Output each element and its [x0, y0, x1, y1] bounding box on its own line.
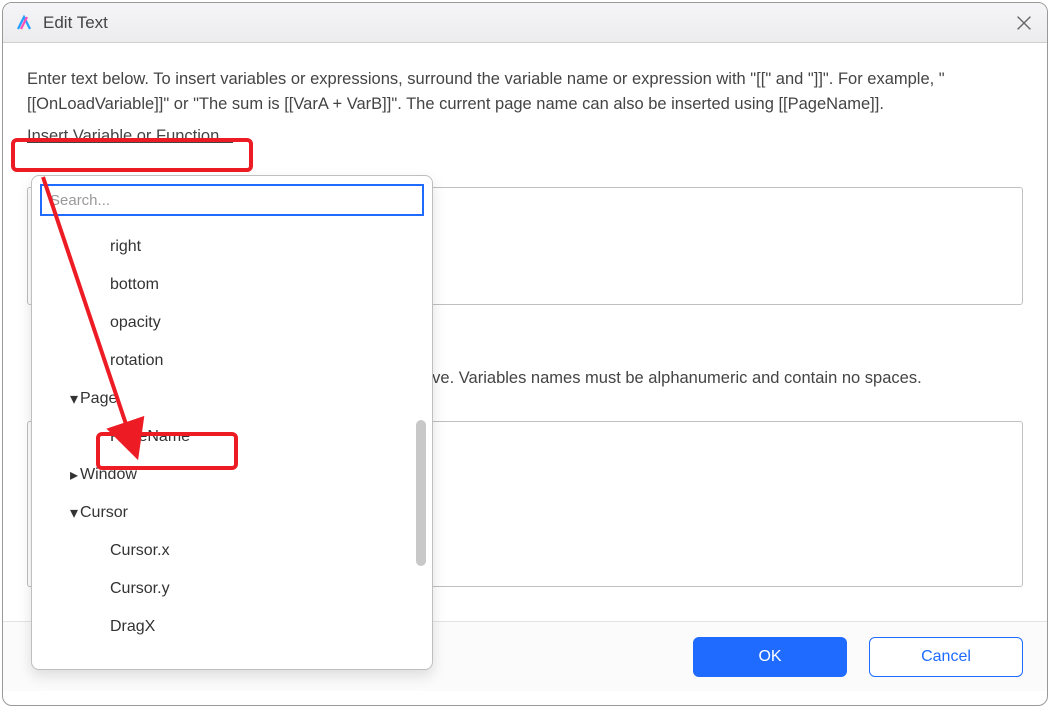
cancel-button[interactable]: Cancel: [869, 637, 1023, 677]
list-item[interactable]: opacity: [32, 304, 432, 342]
list-item-label: rotation: [110, 352, 163, 370]
window-title: Edit Text: [43, 13, 108, 33]
close-icon[interactable]: [1013, 12, 1035, 34]
list-item[interactable]: rotation: [32, 342, 432, 380]
local-vars-hint-text: ove. Variables names must be alphanumeri…: [423, 369, 922, 388]
scrollbar-thumb[interactable]: [416, 420, 426, 566]
list-item[interactable]: right: [32, 228, 432, 266]
variable-list: right bottom opacity rotation ▾ Page Pag…: [32, 224, 432, 646]
list-group-page[interactable]: ▾ Page: [32, 380, 432, 418]
list-item[interactable]: DragX: [32, 608, 432, 646]
list-item-label: Cursor.x: [110, 542, 170, 560]
search-input[interactable]: [40, 184, 424, 216]
dialog-body: Enter text below. To insert variables or…: [3, 43, 1047, 146]
list-item-label: bottom: [110, 276, 159, 294]
ok-button[interactable]: OK: [693, 637, 847, 677]
list-item[interactable]: bottom: [32, 266, 432, 304]
cancel-button-label: Cancel: [921, 648, 971, 666]
list-item-label: opacity: [110, 314, 161, 332]
list-group-label: Window: [80, 466, 137, 484]
list-item[interactable]: Cursor.x: [32, 532, 432, 570]
chevron-down-icon: ▾: [70, 389, 78, 409]
variable-dropdown: right bottom opacity rotation ▾ Page Pag…: [31, 175, 433, 670]
list-item-pagename[interactable]: PageName: [32, 418, 432, 456]
list-item-label: Cursor.y: [110, 580, 170, 598]
list-item-label: PageName: [110, 428, 190, 446]
list-group-window[interactable]: ▸ Window: [32, 456, 432, 494]
list-group-label: Page: [80, 390, 117, 408]
titlebar: Edit Text: [3, 3, 1047, 43]
insert-variable-link[interactable]: Insert Variable or Function...: [27, 127, 233, 146]
chevron-down-icon: ▾: [70, 503, 78, 523]
list-group-label: Cursor: [80, 504, 128, 522]
list-item-label: DragX: [110, 618, 155, 636]
list-item-label: right: [110, 238, 141, 256]
app-logo-icon: [15, 14, 33, 32]
list-group-cursor[interactable]: ▾ Cursor: [32, 494, 432, 532]
dialog-window: Edit Text Enter text below. To insert va…: [2, 2, 1048, 706]
list-item[interactable]: Cursor.y: [32, 570, 432, 608]
instruction-text: Enter text below. To insert variables or…: [27, 67, 1023, 117]
chevron-right-icon: ▸: [70, 465, 78, 485]
ok-button-label: OK: [758, 648, 781, 666]
